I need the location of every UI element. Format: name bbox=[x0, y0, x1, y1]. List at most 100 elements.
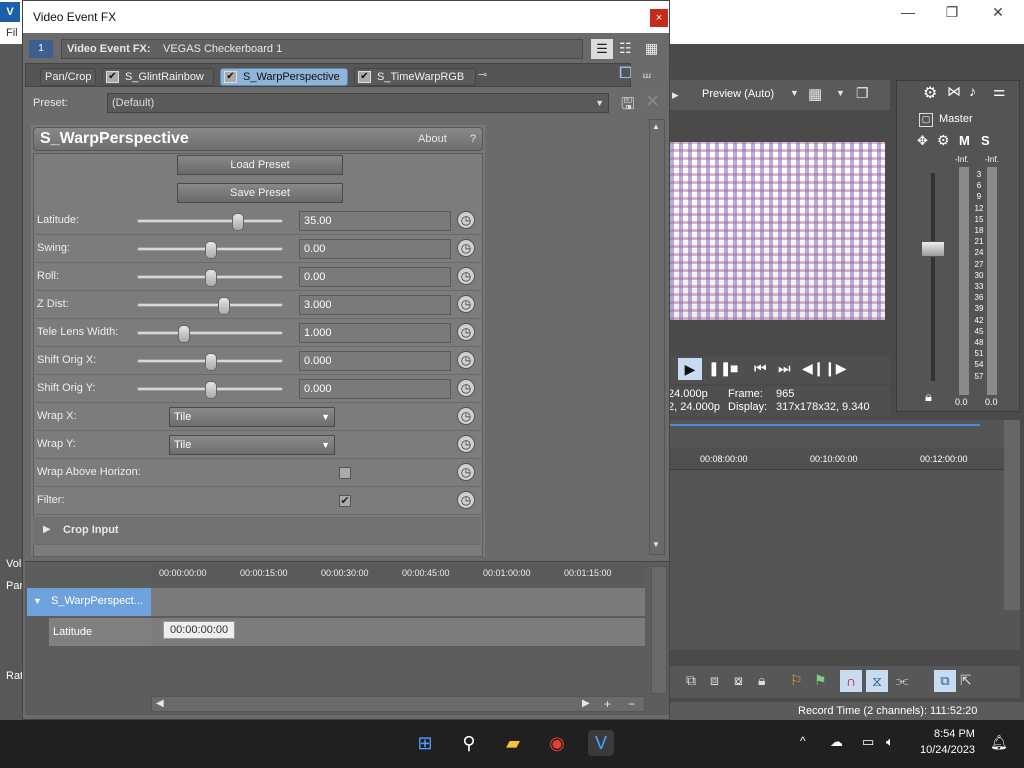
keyframe-clock-icon[interactable]: ◷ bbox=[457, 323, 475, 341]
search-icon[interactable]: ⚲ bbox=[456, 730, 482, 756]
trim-start-icon[interactable]: ⧈ bbox=[710, 672, 719, 689]
keyframe-param-lane[interactable]: 00:00:00:00 bbox=[151, 618, 645, 646]
keyframe-param-header[interactable]: Latitude bbox=[49, 618, 151, 646]
keyframe-clock-icon[interactable]: ◷ bbox=[457, 351, 475, 369]
go-start-icon[interactable]: ⏮ bbox=[754, 360, 767, 377]
next-frame-icon[interactable]: ❙▶ bbox=[824, 360, 847, 377]
minimize-icon[interactable]: — bbox=[888, 2, 928, 22]
slider-thumb[interactable] bbox=[205, 381, 217, 399]
checkbox-icon[interactable]: ✔ bbox=[358, 71, 371, 83]
param-slider[interactable] bbox=[137, 325, 283, 343]
param-value-field[interactable]: 0.000 bbox=[299, 351, 451, 371]
keyframe-ruler[interactable]: 00:00:00:00 00:00:15:00 00:00:30:00 00:00:4… bbox=[151, 564, 645, 584]
taskbar-date[interactable]: 10/24/2023 bbox=[920, 744, 975, 756]
grid-view-icon[interactable]: ▦ bbox=[645, 40, 658, 57]
scroll-right-icon[interactable]: ▶ bbox=[582, 698, 590, 709]
param-value-field[interactable]: 0.00 bbox=[299, 239, 451, 259]
keyframe-clock-icon[interactable]: ◷ bbox=[457, 435, 475, 453]
slider-thumb[interactable] bbox=[178, 325, 191, 343]
close-icon[interactable]: ✕ bbox=[978, 2, 1018, 22]
chain-item-glint-rainbow[interactable]: ✔ S_GlintRainbow bbox=[102, 68, 214, 86]
restore-icon[interactable]: ❐ bbox=[932, 2, 972, 22]
master-fader[interactable] bbox=[921, 241, 945, 257]
event-grouping-icon[interactable]: ⧉ bbox=[934, 670, 956, 692]
mute-button[interactable]: M bbox=[959, 133, 970, 148]
network-icon[interactable]: ▭ bbox=[862, 734, 874, 750]
keyframe-vscroll[interactable] bbox=[651, 566, 667, 694]
chrome-icon[interactable]: ◉ bbox=[544, 730, 570, 756]
param-value-field[interactable]: 0.000 bbox=[299, 379, 451, 399]
fx-title-bar[interactable]: Video Event FX × bbox=[23, 1, 669, 33]
marker-icon[interactable]: ⚐ bbox=[790, 672, 803, 689]
scroll-left-icon[interactable]: ◀ bbox=[156, 698, 164, 709]
slider-thumb[interactable] bbox=[205, 241, 217, 259]
remove-plugin-icon[interactable]: ⧢ bbox=[643, 65, 651, 82]
chevron-down-icon[interactable]: ▼ bbox=[836, 88, 845, 98]
filter-checkbox[interactable]: ✔ bbox=[339, 495, 351, 507]
timeline-vscroll[interactable] bbox=[1004, 420, 1020, 610]
slider-thumb[interactable] bbox=[218, 297, 231, 315]
param-value-field[interactable]: 3.000 bbox=[299, 295, 451, 315]
delete-preset-icon[interactable]: ✕ bbox=[645, 91, 660, 112]
chain-item-timewarp-rgb[interactable]: ✔ S_TimeWarpRGB bbox=[354, 68, 476, 86]
help-button[interactable]: ? bbox=[470, 133, 476, 145]
zoom-out-icon[interactable]: − bbox=[628, 697, 635, 711]
mixer-settings-icon[interactable]: ⚌ bbox=[993, 83, 1006, 100]
timeline-ruler[interactable]: 00:08:00:00 00:10:00:00 00:12:00:00 bbox=[668, 448, 1004, 470]
keyframe-clock-icon[interactable]: ◷ bbox=[457, 295, 475, 313]
wrap-above-checkbox[interactable] bbox=[339, 467, 351, 479]
param-slider[interactable] bbox=[137, 353, 283, 371]
prev-frame-icon[interactable]: ◀❙ bbox=[802, 360, 825, 377]
slider-thumb[interactable] bbox=[205, 353, 217, 371]
grid-icon[interactable]: ▦ bbox=[808, 85, 822, 103]
region-icon[interactable]: ⚑ bbox=[814, 672, 827, 689]
lock-event-icon[interactable]: 🔒︎ bbox=[758, 672, 765, 689]
about-button[interactable]: About bbox=[418, 133, 447, 145]
add-plugin-icon[interactable]: ⧠ bbox=[619, 65, 632, 83]
snapping-icon[interactable]: ∩ bbox=[840, 670, 862, 692]
keyframe-hscroll[interactable]: ◀ ▶ + − bbox=[151, 696, 645, 712]
load-preset-button[interactable]: Load Preset bbox=[177, 155, 343, 175]
file-explorer-icon[interactable]: ▰ bbox=[500, 730, 526, 756]
save-preset-button[interactable]: Save Preset bbox=[177, 183, 343, 203]
keyframe-clock-icon[interactable]: ◷ bbox=[457, 407, 475, 425]
fx-gear-icon[interactable]: ⚙ bbox=[937, 132, 950, 149]
detail-view-icon[interactable]: ☷ bbox=[619, 40, 632, 57]
preview-quality-select[interactable]: Preview (Auto) bbox=[702, 88, 774, 100]
stop-icon[interactable]: ■ bbox=[730, 360, 738, 376]
chevron-down-icon[interactable]: ▼ bbox=[790, 88, 799, 98]
pan-icon[interactable]: ✥ bbox=[917, 133, 928, 149]
crop-input-section[interactable]: ▶ Crop Input bbox=[33, 517, 481, 545]
split-icon[interactable]: ⧉ bbox=[686, 672, 696, 689]
chain-item-pan-crop[interactable]: Pan/Crop bbox=[40, 68, 96, 86]
param-slider[interactable] bbox=[137, 269, 283, 287]
volume-icon[interactable]: 🔈︎ bbox=[886, 734, 894, 750]
list-view-icon[interactable]: ☰ bbox=[591, 39, 613, 59]
checkbox-icon[interactable]: ✔ bbox=[224, 71, 237, 83]
param-slider[interactable] bbox=[137, 381, 283, 399]
param-value-field[interactable]: 0.00 bbox=[299, 267, 451, 287]
pause-icon[interactable]: ❚❚ bbox=[708, 360, 731, 377]
zoom-in-icon[interactable]: + bbox=[604, 697, 611, 711]
keyframe-clock-icon[interactable]: ◷ bbox=[457, 463, 475, 481]
scroll-up-icon[interactable]: ▲ bbox=[652, 122, 660, 131]
param-slider[interactable] bbox=[137, 241, 283, 259]
copy-snapshot-icon[interactable]: ❐ bbox=[856, 85, 869, 102]
param-value-field[interactable]: 35.00 bbox=[299, 211, 451, 231]
keyframe-clock-icon[interactable]: ◷ bbox=[457, 491, 475, 509]
fx-panel-scrollbar[interactable]: ▲ ▼ bbox=[649, 119, 665, 555]
lock-icon[interactable]: 🔒︎ bbox=[925, 389, 932, 405]
solo-button[interactable]: S bbox=[981, 133, 990, 148]
param-value-field[interactable]: 1.000 bbox=[299, 323, 451, 343]
taskbar-time[interactable]: 8:54 PM bbox=[934, 728, 975, 740]
preset-select[interactable]: (Default) ▼ bbox=[107, 93, 609, 113]
keyframe-track-lane[interactable] bbox=[151, 588, 645, 616]
play-icon[interactable]: ▶ bbox=[678, 358, 702, 380]
keyframe-track-header[interactable]: ▼ S_WarpPerspect... bbox=[27, 588, 151, 616]
wrap-x-select[interactable]: Tile ▼ bbox=[169, 407, 335, 427]
checkbox-icon[interactable]: ✔ bbox=[106, 71, 119, 83]
bus-icon[interactable]: ⋈ bbox=[947, 83, 961, 100]
save-preset-icon[interactable]: 🖫 bbox=[621, 93, 635, 120]
param-slider[interactable] bbox=[137, 213, 283, 231]
collapse-arrow-icon[interactable]: ▼ bbox=[33, 596, 42, 606]
